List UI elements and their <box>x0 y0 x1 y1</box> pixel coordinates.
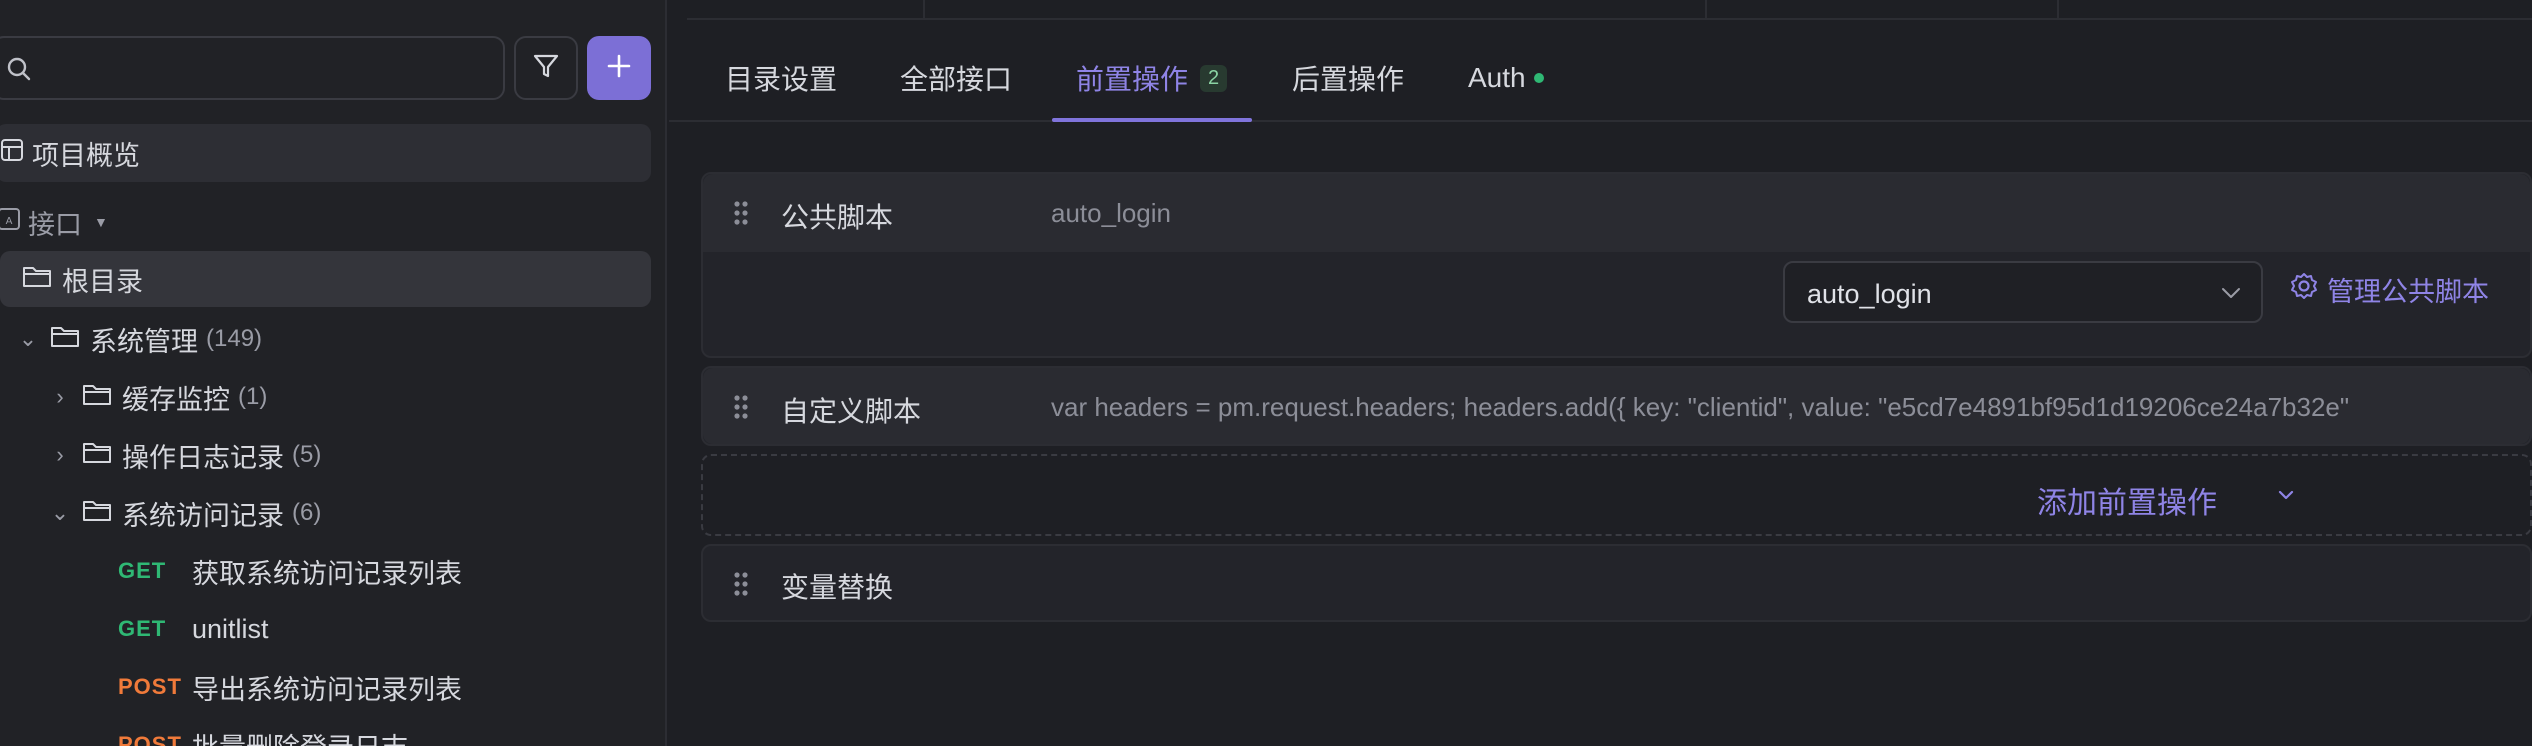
method-badge: POST <box>118 732 182 746</box>
card-header <box>703 174 2530 252</box>
chevron-right-icon: › <box>56 442 64 467</box>
tree-folder[interactable]: ⌄ 系统管理 (149) <box>18 313 262 365</box>
select-value: auto_login <box>1807 279 1932 309</box>
tab-auth[interactable]: Auth <box>1468 58 1544 98</box>
public-script-card: 公共脚本 auto_login auto_login 管理公共脚本 <box>701 172 2532 358</box>
tree-folder-label: 系统访问记录 <box>122 500 284 531</box>
public-script-select[interactable]: auto_login <box>1783 261 2263 323</box>
folder-open-icon <box>82 497 112 530</box>
status-dot <box>1533 73 1544 83</box>
api-icon: A <box>0 206 20 239</box>
drag-handle-icon[interactable] <box>733 571 749 602</box>
manage-public-scripts-label: 管理公共脚本 <box>2327 277 2489 307</box>
filter-button[interactable] <box>514 36 578 100</box>
tree-folder[interactable]: ⌄ 系统访问记录 (6) <box>50 487 322 539</box>
chevron-right-icon: › <box>56 384 64 409</box>
tab-post-operations[interactable]: 后置操作 <box>1292 58 1404 98</box>
drag-handle-icon[interactable] <box>733 200 749 231</box>
tab-label: Auth <box>1468 62 1526 93</box>
script-preview: var headers = pm.request.headers; header… <box>1051 392 2350 422</box>
divider <box>2057 0 2059 20</box>
nav-project-overview[interactable]: 项目概览 <box>0 124 651 182</box>
svg-text:A: A <box>6 216 13 227</box>
add-pre-operation-button[interactable]: 添加前置操作 <box>701 454 2532 536</box>
tree-root-label: 根目录 <box>62 266 143 297</box>
caret-down-icon: ▼ <box>94 214 108 230</box>
divider <box>1705 0 1707 20</box>
tree-folder-label: 操作日志记录 <box>122 442 284 473</box>
api-item-label: unitlist <box>192 613 269 644</box>
api-item[interactable]: GET unitlist <box>118 603 269 655</box>
tree-root[interactable]: 根目录 <box>0 251 651 307</box>
sidebar: 项目概览 A 接口 ▼ 根目录 ⌄ 系统管理 (149) › 缓存监控 (1) … <box>0 0 667 746</box>
card-title: 自定义脚本 <box>781 396 922 427</box>
search-box[interactable] <box>0 36 505 100</box>
tab-label: 前置操作 <box>1076 64 1189 95</box>
top-tab-strip <box>687 0 2532 20</box>
count-badge: 2 <box>1200 64 1228 92</box>
card-title: 变量替换 <box>781 572 894 603</box>
active-tab-indicator <box>1052 118 1252 122</box>
variable-replace-card[interactable]: 变量替换 <box>701 544 2532 622</box>
search-icon <box>6 56 32 87</box>
tab-pre-operations[interactable]: 前置操作 2 <box>1076 58 1228 98</box>
folder-icon <box>82 381 112 414</box>
folder-icon <box>82 439 112 472</box>
plus-icon <box>606 53 632 84</box>
tree-folder[interactable]: › 操作日志记录 (5) <box>50 429 321 481</box>
tab-all-apis[interactable]: 全部接口 <box>900 58 1012 98</box>
api-item-label: 获取系统访问记录列表 <box>192 558 462 589</box>
folder-open-icon <box>50 323 80 356</box>
chevron-down-icon: ⌄ <box>18 326 38 351</box>
tab-label: 后置操作 <box>1292 64 1405 95</box>
chevron-down-icon <box>2219 281 2243 310</box>
divider <box>923 0 925 20</box>
chevron-down-icon: ⌄ <box>50 500 70 525</box>
tree-folder-count: (6) <box>292 499 322 526</box>
settings-tabs: 目录设置 全部接口 前置操作 2 后置操作 Auth <box>669 40 2532 122</box>
tree-folder-count: (149) <box>206 325 263 352</box>
api-item-label: 批量删除登录日志 <box>192 726 408 746</box>
search-input[interactable] <box>38 48 478 88</box>
custom-script-card[interactable]: 自定义脚本 var headers = pm.request.headers; … <box>701 366 2532 446</box>
layout-icon <box>0 137 24 170</box>
add-button[interactable] <box>587 36 651 100</box>
tree-folder-label: 缓存监控 <box>122 384 230 415</box>
api-item[interactable]: POST 批量删除登录日志 <box>118 719 408 746</box>
tree-folder-count: (1) <box>238 383 268 410</box>
tab-label: 全部接口 <box>900 64 1013 95</box>
api-item[interactable]: POST 导出系统访问记录列表 <box>118 661 462 713</box>
add-pre-operation-label: 添加前置操作 <box>2037 487 2217 520</box>
nav-project-overview-label: 项目概览 <box>32 140 140 171</box>
method-badge: POST <box>118 674 182 699</box>
filter-icon <box>531 51 561 86</box>
folder-icon <box>22 263 52 296</box>
api-section-label: 接口 <box>28 209 82 240</box>
gear-icon <box>2289 271 2319 308</box>
tab-directory-settings[interactable]: 目录设置 <box>725 58 837 98</box>
api-item-label: 导出系统访问记录列表 <box>192 674 462 705</box>
tab-label: 目录设置 <box>725 64 838 95</box>
main-panel: 目录设置 全部接口 前置操作 2 后置操作 Auth 公共脚本 auto_log… <box>669 0 2532 746</box>
card-title: 公共脚本 <box>781 202 894 233</box>
chevron-down-icon <box>2277 486 2295 509</box>
api-item[interactable]: GET 获取系统访问记录列表 <box>118 545 462 597</box>
card-summary: auto_login <box>1051 198 1171 228</box>
method-badge: GET <box>118 558 167 583</box>
api-section-header[interactable]: A 接口 ▼ <box>0 197 108 247</box>
tree-folder-count: (5) <box>292 441 322 468</box>
tree-folder[interactable]: › 缓存监控 (1) <box>50 371 267 423</box>
tree-folder-label: 系统管理 <box>90 326 198 357</box>
drag-handle-icon[interactable] <box>733 394 749 425</box>
manage-public-scripts-link[interactable]: 管理公共脚本 <box>2289 270 2489 309</box>
method-badge: GET <box>118 616 167 641</box>
